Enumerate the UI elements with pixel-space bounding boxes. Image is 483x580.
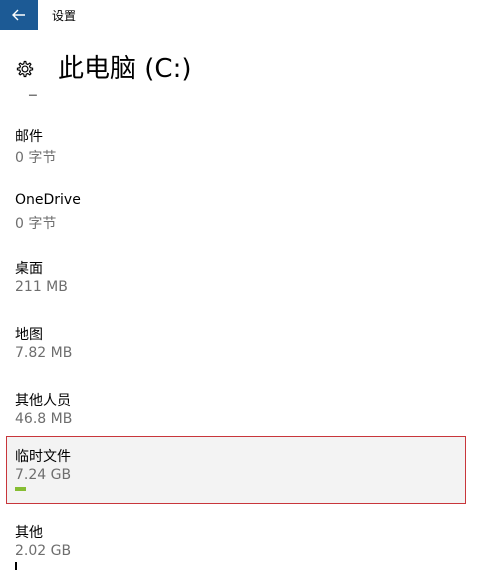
usage-bar bbox=[15, 487, 26, 491]
storage-item-name: 临时文件 bbox=[15, 449, 71, 465]
storage-item[interactable]: 其他 2.02 GB bbox=[6, 512, 466, 580]
storage-item[interactable]: 地图 7.82 MB bbox=[6, 314, 466, 382]
storage-item[interactable]: OneDrive 0 字节 bbox=[6, 182, 466, 250]
storage-item-size: 46.8 MB bbox=[15, 411, 73, 427]
storage-item[interactable]: 桌面 211 MB bbox=[6, 248, 466, 316]
storage-item-size: 0 字节 bbox=[15, 216, 57, 232]
back-button[interactable] bbox=[0, 0, 38, 30]
storage-item-size: 211 MB bbox=[15, 279, 68, 295]
title-bar: 设置 bbox=[0, 0, 483, 30]
storage-item-size: 7.24 GB bbox=[15, 467, 72, 483]
storage-item-name: OneDrive bbox=[15, 192, 81, 208]
storage-item-name: 其他 bbox=[15, 525, 43, 541]
arrow-left-icon bbox=[12, 9, 25, 21]
usage-bar bbox=[15, 562, 17, 570]
storage-item-size: 0 字节 bbox=[15, 150, 57, 166]
window-title: 设置 bbox=[52, 9, 77, 23]
gear-icon bbox=[16, 60, 34, 78]
storage-item[interactable]: 邮件 0 字节 bbox=[6, 116, 466, 184]
storage-item-name: 桌面 bbox=[15, 261, 43, 277]
page-title: 此电脑 (C:) bbox=[58, 54, 192, 84]
page-header: 此电脑 (C:) bbox=[0, 44, 483, 94]
storage-item[interactable]: 临时文件 7.24 GB bbox=[6, 436, 466, 504]
storage-item-name: 地图 bbox=[15, 327, 43, 343]
partially-hidden-item: ▔ ▔ ▔ bbox=[29, 88, 48, 96]
storage-item-name: 邮件 bbox=[15, 129, 43, 145]
storage-item-size: 2.02 GB bbox=[15, 543, 72, 559]
storage-item-name: 其他人员 bbox=[15, 393, 71, 409]
storage-item-size: 7.82 MB bbox=[15, 345, 73, 361]
